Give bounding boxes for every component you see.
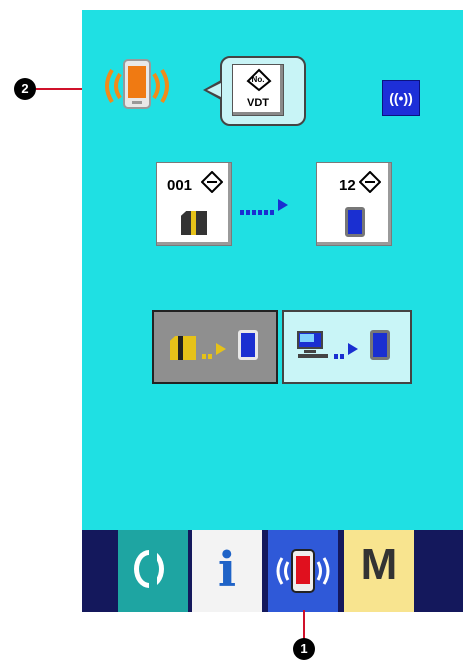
transfer-arrow-head <box>278 199 288 211</box>
memory-card-icon <box>181 211 207 235</box>
communication-icon: ((•)) <box>389 90 413 106</box>
ready-icon-gap <box>149 546 157 592</box>
phone-icon <box>370 330 390 360</box>
phone-icon <box>238 330 258 360</box>
card-to-phone-button[interactable] <box>152 310 278 384</box>
destination-data-button[interactable]: 12 <box>316 162 392 246</box>
memory-card-icon <box>170 336 196 360</box>
transfer-arrow-head-small <box>216 343 226 355</box>
source-number-label: 001 <box>167 177 193 194</box>
dest-number-label: 12 <box>339 177 356 194</box>
computer-icon <box>297 331 328 358</box>
mode-icon: M <box>360 540 398 589</box>
phone-comm-icon <box>276 549 330 593</box>
speech-bubble-tail-fill <box>207 83 221 97</box>
lcd-screen: No. VDT ((•)) 001 12 i M <box>82 10 463 612</box>
communication-button[interactable]: ((•)) <box>382 80 420 116</box>
transfer-arrow <box>240 202 276 215</box>
info-tab[interactable]: i <box>192 530 262 612</box>
vdt-label: VDT <box>247 97 269 109</box>
vdt-number-label: No. <box>251 75 265 84</box>
communication-tab[interactable] <box>268 530 338 612</box>
source-arrow-icon <box>201 171 223 193</box>
communication-screen-panel: No. VDT ((•)) 001 12 <box>82 10 463 530</box>
callout-leader-1 <box>303 610 305 640</box>
transfer-arrow-small <box>202 346 214 359</box>
ready-tab[interactable] <box>118 530 188 612</box>
info-icon: i <box>217 542 237 598</box>
callout-number-2: 2 <box>14 78 36 100</box>
pc-to-phone-button[interactable] <box>282 310 412 384</box>
source-data-button[interactable]: 001 <box>156 162 232 246</box>
dest-arrow-icon <box>359 171 381 193</box>
mode-tab[interactable]: M <box>344 530 414 612</box>
transfer-arrow-small <box>334 346 346 359</box>
bottom-tab-bar: i M <box>82 530 463 612</box>
phone-icon <box>345 207 365 237</box>
phone-comm-icon <box>92 54 182 129</box>
vdt-button[interactable]: No. VDT <box>232 64 284 116</box>
callout-number-1: 1 <box>293 638 315 660</box>
transfer-arrow-head-small <box>348 343 358 355</box>
